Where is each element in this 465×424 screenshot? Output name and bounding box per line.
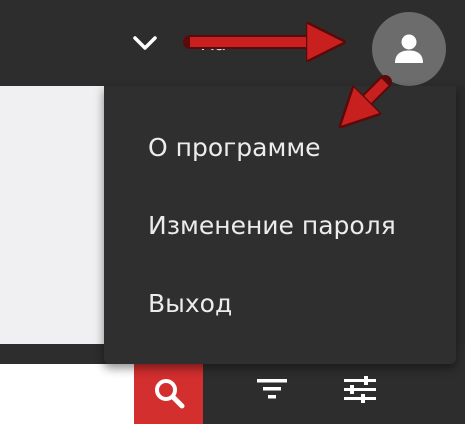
menu-item-change-password[interactable]: Изменение пароля [104,198,456,254]
account-menu-toggle[interactable] [128,28,162,58]
menu-item-about[interactable]: О программе [104,120,456,176]
search-button[interactable] [134,362,203,424]
filter-icon [257,379,287,399]
filter-button[interactable] [240,364,304,414]
search-input[interactable] [0,364,134,424]
view-settings-button[interactable] [328,364,392,414]
user-icon [395,34,423,63]
menu-item-logout[interactable]: Выход [104,276,456,332]
user-dropdown-menu: О программе Изменение пароля Выход [104,86,456,364]
avatar[interactable] [372,12,446,86]
content-area [0,86,104,344]
search-icon [154,379,184,409]
chevron-down-icon [133,36,157,50]
username: Ка [200,31,227,55]
sliders-icon [344,376,376,403]
